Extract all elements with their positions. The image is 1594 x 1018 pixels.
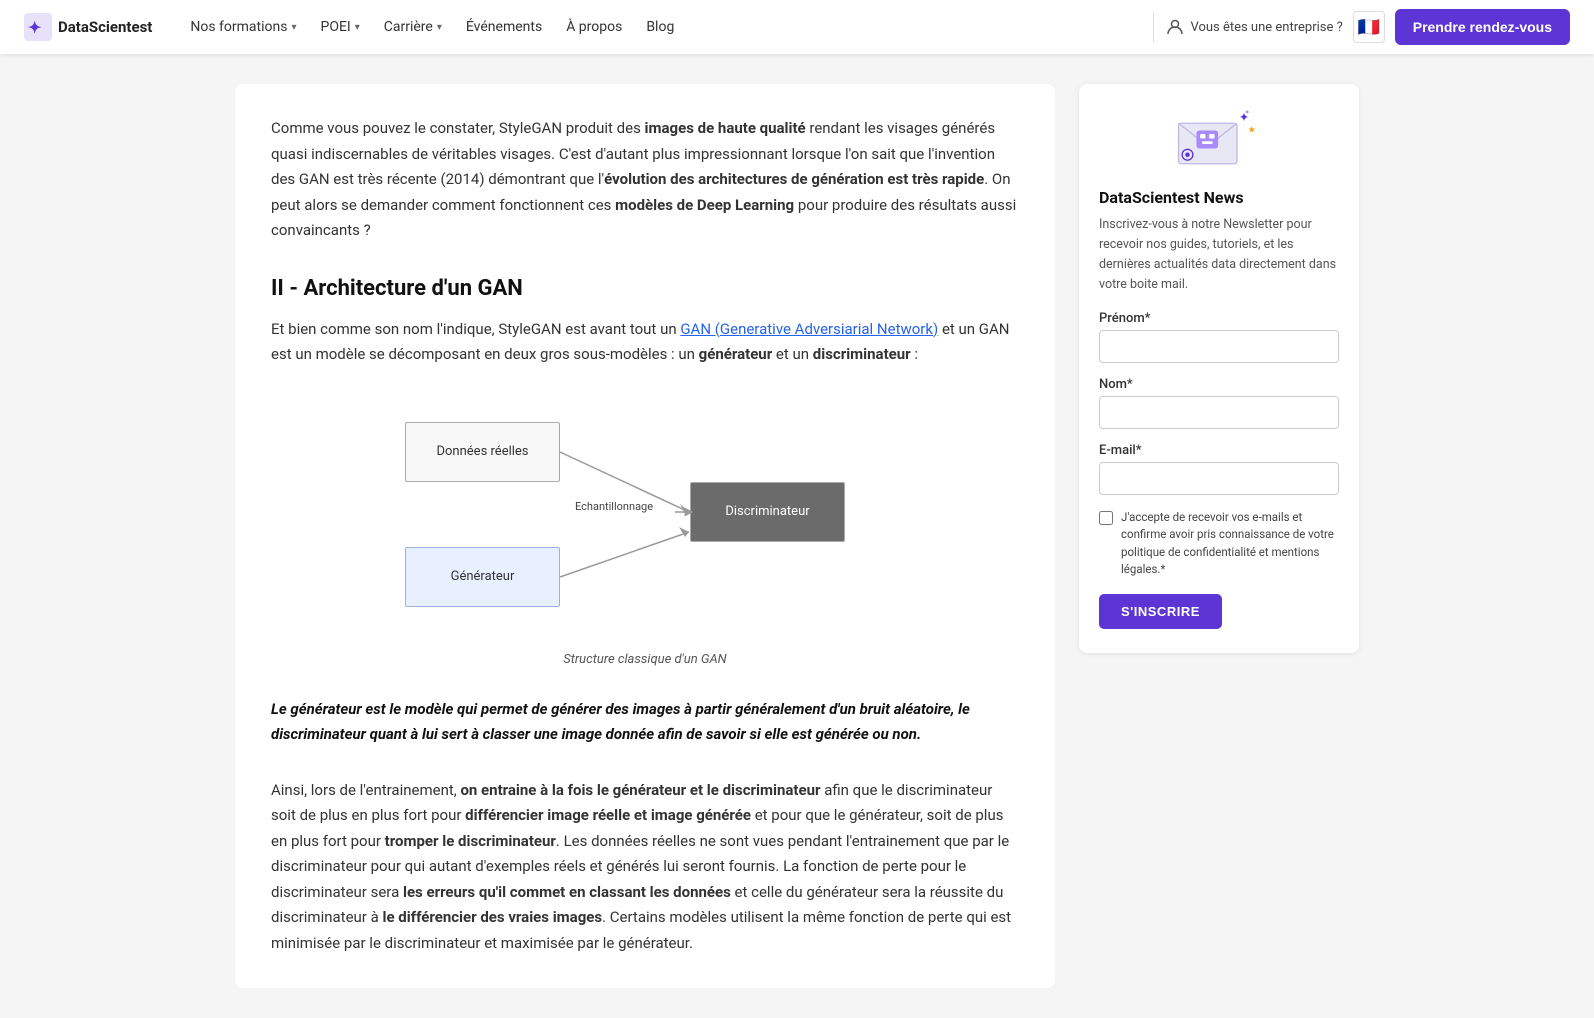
- nav-item-formations[interactable]: Nos formations ▾: [180, 13, 306, 41]
- gan-link[interactable]: GAN (Generative Adversiarial Network): [680, 320, 938, 338]
- email-input[interactable]: [1099, 462, 1339, 495]
- subscribe-button[interactable]: S'INSCRIRE: [1099, 594, 1222, 629]
- gan-diagram: Données réelles Générateur Discriminateu…: [385, 392, 905, 642]
- echantillonnage-label: Echantillonnage: [575, 500, 653, 513]
- nav-item-carriere[interactable]: Carrière ▾: [374, 13, 452, 41]
- email-label: E-mail*: [1099, 443, 1339, 458]
- blockquote-text: Le générateur est le modèle qui permet d…: [271, 697, 1019, 748]
- navbar-right: Vous êtes une entreprise ? 🇫🇷 Prendre re…: [1166, 9, 1570, 45]
- box-donnees: Données réelles: [405, 422, 560, 482]
- cta-button[interactable]: Prendre rendez-vous: [1395, 9, 1570, 45]
- chevron-down-icon: ▾: [291, 22, 296, 33]
- svg-text:✦: ✦: [28, 18, 41, 37]
- body-paragraph: Et bien comme son nom l'indique, StyleGA…: [271, 317, 1019, 368]
- nav-item-apropos[interactable]: À propos: [556, 13, 632, 41]
- prenom-input[interactable]: [1099, 330, 1339, 363]
- page-wrapper: Comme vous pouvez le constater, StyleGAN…: [147, 54, 1447, 1018]
- blockquote-section: Le générateur est le modèle qui permet d…: [271, 687, 1019, 758]
- box-discriminateur: Discriminateur: [690, 482, 845, 542]
- consent-row: J'accepte de recevoir vos e-mails et con…: [1099, 509, 1339, 578]
- nav-item-poei[interactable]: POEI ▾: [311, 13, 370, 41]
- nom-input[interactable]: [1099, 396, 1339, 429]
- nom-label: Nom*: [1099, 377, 1339, 392]
- prenom-label: Prénom*: [1099, 311, 1339, 326]
- consent-label: J'accepte de recevoir vos e-mails et con…: [1121, 509, 1339, 578]
- newsletter-icon: ✦ ★ ✦: [1174, 104, 1264, 174]
- logo-icon: ✦: [24, 13, 52, 41]
- nav-divider: [1153, 12, 1154, 42]
- navbar: ✦ DataScientest Nos formations ▾ POEI ▾ …: [0, 0, 1594, 54]
- intro-paragraph: Comme vous pouvez le constater, StyleGAN…: [271, 116, 1019, 244]
- nav-item-blog[interactable]: Blog: [636, 13, 684, 41]
- language-flag[interactable]: 🇫🇷: [1353, 11, 1385, 43]
- logo[interactable]: ✦ DataScientest: [24, 13, 152, 41]
- nav-item-evenements[interactable]: Événements: [456, 13, 552, 41]
- newsletter-icon-area: ✦ ★ ✦: [1099, 104, 1339, 174]
- chevron-down-icon: ▾: [355, 22, 360, 33]
- newsletter-description: Inscrivez-vous à notre Newsletter pour r…: [1099, 215, 1339, 295]
- enterprise-icon: [1166, 18, 1184, 36]
- svg-text:✦: ✦: [1244, 107, 1250, 116]
- box-generateur: Générateur: [405, 547, 560, 607]
- svg-text:★: ★: [1248, 125, 1256, 135]
- chevron-down-icon: ▾: [437, 22, 442, 33]
- section-title: II - Architecture d'un GAN: [271, 276, 1019, 301]
- bottom-paragraph: Ainsi, lors de l'entrainement, on entrai…: [271, 778, 1019, 957]
- consent-checkbox[interactable]: [1099, 511, 1113, 525]
- main-content: Comme vous pouvez le constater, StyleGAN…: [235, 84, 1055, 988]
- newsletter-card: ✦ ★ ✦ DataScientest News Inscrivez-vous …: [1079, 84, 1359, 653]
- diagram-container: Données réelles Générateur Discriminateu…: [271, 392, 1019, 667]
- sidebar: ✦ ★ ✦ DataScientest News Inscrivez-vous …: [1079, 84, 1359, 988]
- diagram-caption: Structure classique d'un GAN: [563, 652, 726, 667]
- enterprise-link[interactable]: Vous êtes une entreprise ?: [1166, 18, 1342, 36]
- navbar-nav: Nos formations ▾ POEI ▾ Carrière ▾ Événe…: [180, 13, 1141, 41]
- newsletter-title: DataScientest News: [1099, 188, 1339, 207]
